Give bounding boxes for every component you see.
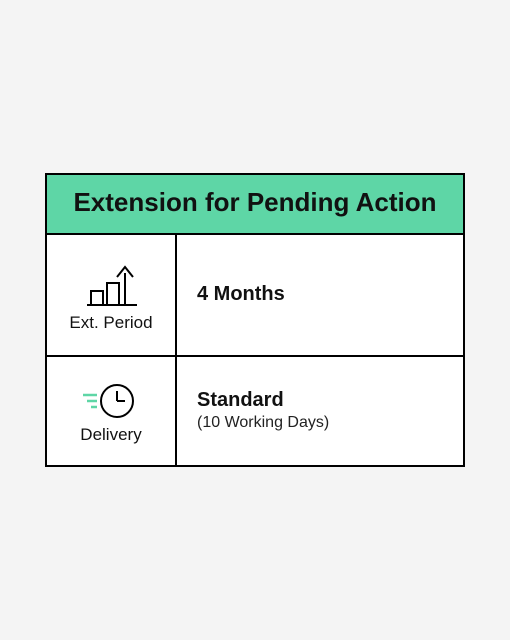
delivery-subvalue: (10 Working Days) [197, 414, 443, 432]
card-header: Extension for Pending Action [47, 175, 463, 234]
card-title: Extension for Pending Action [57, 187, 453, 218]
delivery-value-cell: Standard (10 Working Days) [177, 357, 463, 465]
delivery-label: Delivery [80, 425, 141, 445]
extension-card: Extension for Pending Action Ext. Period… [45, 173, 465, 466]
ext-period-value-cell: 4 Months [177, 235, 463, 355]
ext-period-label: Ext. Period [69, 313, 152, 333]
clock-speed-icon [79, 381, 143, 421]
delivery-icon-cell: Delivery [47, 357, 177, 465]
row-ext-period: Ext. Period 4 Months [47, 235, 463, 355]
row-delivery: Delivery Standard (10 Working Days) [47, 355, 463, 465]
ext-period-value: 4 Months [197, 283, 443, 306]
chart-up-icon [81, 261, 141, 309]
ext-period-icon-cell: Ext. Period [47, 235, 177, 355]
delivery-value: Standard [197, 389, 443, 412]
